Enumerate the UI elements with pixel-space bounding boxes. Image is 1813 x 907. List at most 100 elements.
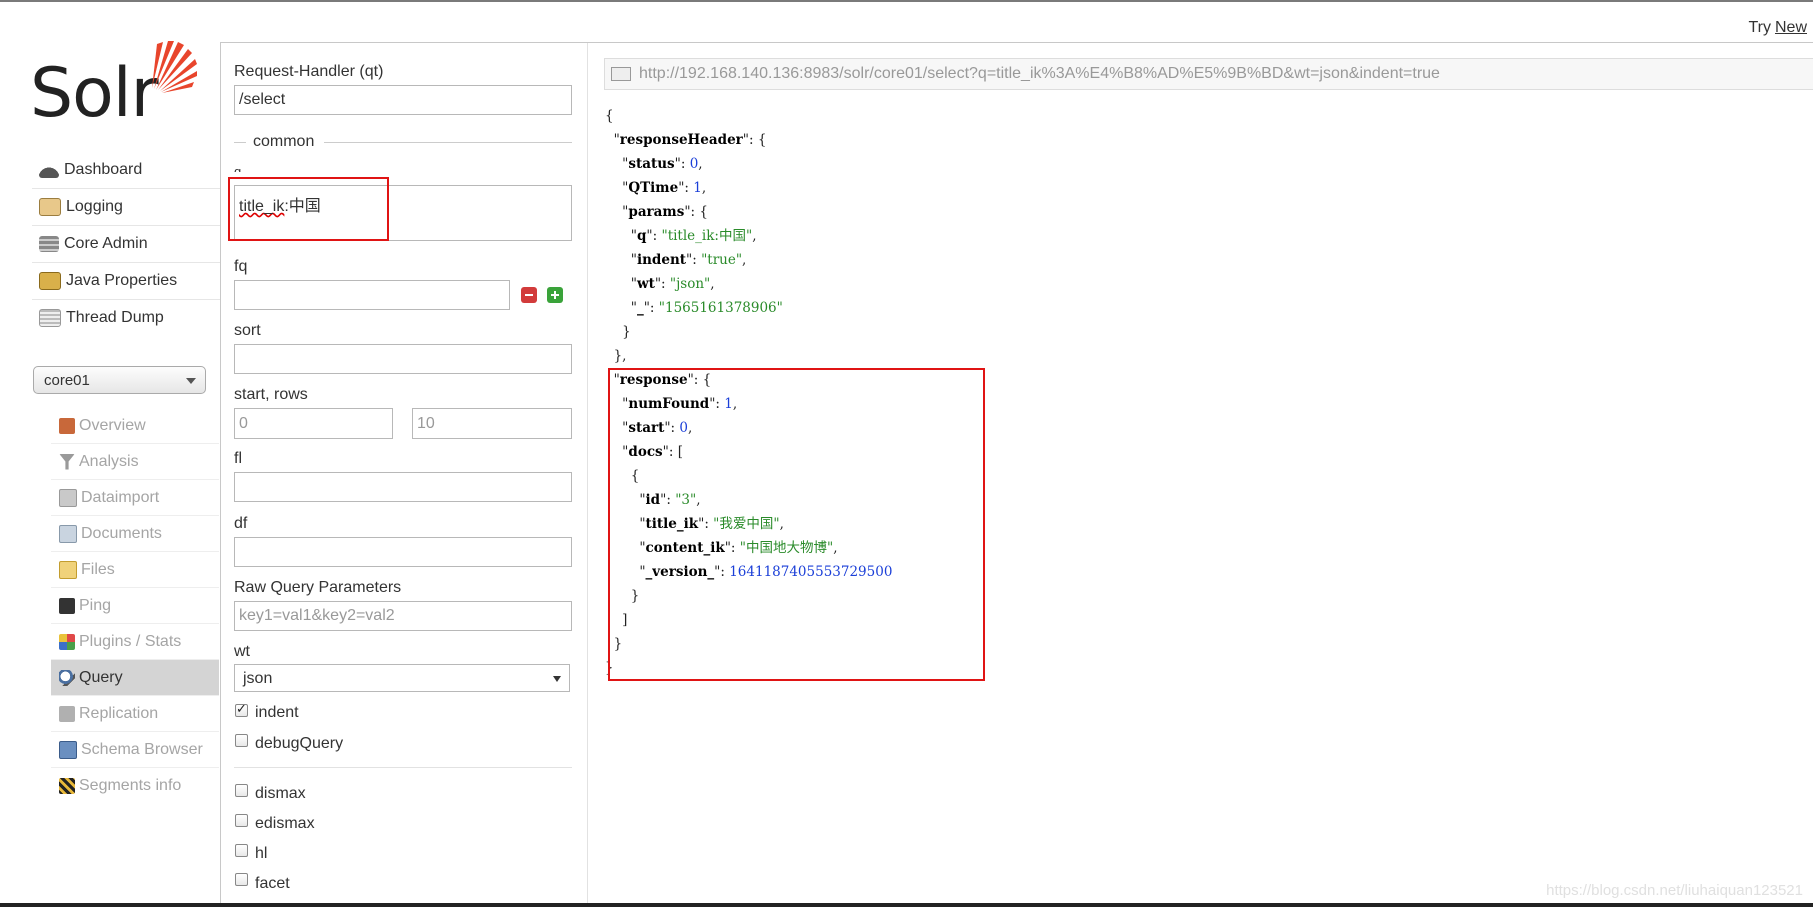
fl-input[interactable] bbox=[234, 472, 572, 502]
core-nav-label: Ping bbox=[79, 596, 112, 614]
nav-item-dashboard[interactable]: Dashboard bbox=[32, 152, 220, 189]
raw-params-input[interactable]: key1=val1&key2=val2 bbox=[234, 601, 572, 631]
dismax-label: dismax bbox=[255, 785, 306, 802]
edismax-label: edismax bbox=[255, 815, 315, 832]
highlight-box-response bbox=[608, 368, 985, 681]
facet-label: facet bbox=[255, 875, 290, 892]
hl-label: hl bbox=[255, 845, 268, 862]
add-fq-button[interactable] bbox=[547, 287, 563, 303]
rows-input[interactable]: 10 bbox=[412, 408, 572, 439]
common-line-left bbox=[234, 142, 246, 143]
json-string-value: "json" bbox=[669, 276, 711, 292]
json-string-value: "1565161378906" bbox=[658, 300, 783, 316]
query-icon bbox=[59, 669, 75, 686]
query-url[interactable]: http://192.168.140.136:8983/solr/core01/… bbox=[639, 65, 1440, 83]
json-key: _ bbox=[636, 300, 644, 316]
json-line: "QTime": 1, bbox=[605, 176, 892, 200]
documents-icon bbox=[59, 524, 77, 543]
json-line: "_": "1565161378906" bbox=[605, 296, 892, 320]
json-line: "responseHeader": { bbox=[605, 128, 892, 152]
json-line: }, bbox=[605, 344, 892, 368]
json-line: "wt": "json", bbox=[605, 272, 892, 296]
df-input[interactable] bbox=[234, 537, 572, 567]
core-nav: Overview Analysis Dataimport Documents F… bbox=[51, 408, 219, 803]
core-selector-value: core01 bbox=[44, 371, 90, 389]
try-new-link[interactable]: New bbox=[1775, 19, 1807, 36]
debug-query-checkbox[interactable] bbox=[235, 734, 248, 747]
core-nav-schema-browser[interactable]: Schema Browser bbox=[51, 732, 219, 768]
json-punctuation: ": bbox=[678, 180, 694, 196]
json-line: "indent": "true", bbox=[605, 248, 892, 272]
solr-logo[interactable]: Solr bbox=[30, 38, 200, 133]
core-nav-replication[interactable]: Replication bbox=[51, 696, 219, 732]
common-line-right bbox=[324, 142, 572, 143]
core-nav-label: Files bbox=[81, 560, 115, 578]
overview-icon bbox=[59, 417, 75, 434]
facet-checkbox[interactable] bbox=[235, 873, 248, 886]
json-punctuation: , bbox=[752, 228, 757, 244]
core-nav-files[interactable]: Files bbox=[51, 552, 219, 588]
nav-item-logging[interactable]: Logging bbox=[32, 189, 220, 226]
query-url-bar[interactable]: http://192.168.140.136:8983/solr/core01/… bbox=[604, 58, 1813, 90]
core-nav-label: Query bbox=[79, 668, 123, 686]
core-nav-label: Documents bbox=[81, 524, 162, 542]
json-key: QTime bbox=[628, 180, 679, 196]
json-punctuation: " bbox=[605, 300, 637, 316]
wt-label: wt bbox=[234, 643, 250, 660]
core-nav-segments[interactable]: Segments info bbox=[51, 768, 219, 803]
json-line: "q": "title_ik:中国", bbox=[605, 224, 892, 248]
json-punctuation: { bbox=[605, 108, 614, 124]
edismax-checkbox[interactable] bbox=[235, 814, 248, 827]
handler-input[interactable]: /select bbox=[234, 85, 572, 115]
bottom-border bbox=[0, 903, 1813, 907]
logging-icon bbox=[39, 198, 61, 216]
core-nav-label: Schema Browser bbox=[81, 740, 203, 758]
json-punctuation: ": { bbox=[684, 204, 708, 220]
content-top-border bbox=[220, 42, 1813, 43]
nav-item-label: Logging bbox=[66, 198, 123, 215]
json-string-value: "true" bbox=[701, 252, 743, 268]
core-nav-dataimport[interactable]: Dataimport bbox=[51, 480, 219, 516]
nav-item-label: Core Admin bbox=[64, 235, 148, 252]
core-nav-label: Replication bbox=[79, 704, 159, 722]
link-icon bbox=[611, 67, 631, 81]
json-key: status bbox=[628, 156, 675, 172]
top-border bbox=[0, 0, 1813, 2]
wt-select-value: json bbox=[243, 670, 273, 687]
try-new-ui: Try New bbox=[1748, 19, 1807, 37]
indent-checkbox[interactable] bbox=[235, 701, 248, 717]
analysis-icon bbox=[59, 453, 75, 470]
start-input[interactable]: 0 bbox=[234, 408, 393, 439]
json-punctuation: " bbox=[605, 252, 637, 268]
remove-fq-button[interactable] bbox=[521, 287, 537, 303]
core-nav-ping[interactable]: Ping bbox=[51, 588, 219, 624]
json-key: wt bbox=[636, 276, 655, 292]
json-key: responseHeader bbox=[619, 132, 743, 148]
core-nav-documents[interactable]: Documents bbox=[51, 516, 219, 552]
json-key: indent bbox=[636, 252, 686, 268]
nav-item-java-properties[interactable]: Java Properties bbox=[32, 263, 220, 300]
json-line: { bbox=[605, 104, 892, 128]
hl-checkbox[interactable] bbox=[235, 844, 248, 857]
fq-input[interactable] bbox=[234, 280, 510, 310]
main-nav: Dashboard Logging Core Admin Java Proper… bbox=[32, 152, 220, 336]
core-nav-query[interactable]: Query bbox=[51, 660, 219, 696]
replication-icon bbox=[59, 705, 75, 722]
json-punctuation: " bbox=[605, 132, 620, 148]
json-punctuation: " bbox=[605, 156, 629, 172]
nav-item-thread-dump[interactable]: Thread Dump bbox=[32, 300, 220, 336]
dismax-checkbox[interactable] bbox=[235, 784, 248, 797]
json-line: "params": { bbox=[605, 200, 892, 224]
core-nav-plugins[interactable]: Plugins / Stats bbox=[51, 624, 219, 660]
wt-select[interactable]: json bbox=[234, 664, 570, 692]
json-punctuation: " bbox=[605, 228, 637, 244]
core-selector[interactable]: core01 bbox=[33, 366, 206, 394]
json-punctuation: ": bbox=[686, 252, 702, 268]
nav-item-core-admin[interactable]: Core Admin bbox=[32, 226, 220, 263]
fq-label: fq bbox=[234, 258, 248, 275]
json-punctuation: " bbox=[605, 276, 637, 292]
core-nav-analysis[interactable]: Analysis bbox=[51, 444, 219, 480]
core-admin-icon bbox=[39, 236, 59, 252]
core-nav-overview[interactable]: Overview bbox=[51, 408, 219, 444]
sort-input[interactable] bbox=[234, 344, 572, 374]
